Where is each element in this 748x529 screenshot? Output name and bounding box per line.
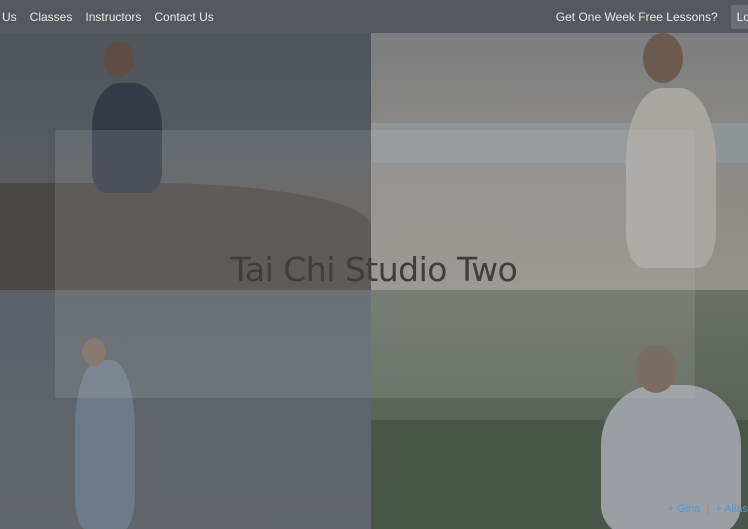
nav-item-free-lessons[interactable]: Get One Week Free Lessons? xyxy=(556,10,718,24)
nav-item-instructors[interactable]: Instructors xyxy=(85,10,141,24)
nav-item-contact-us[interactable]: Contact Us xyxy=(154,10,213,24)
nav-item-about-us[interactable]: Us xyxy=(2,10,17,24)
login-button[interactable]: Lo xyxy=(730,4,748,29)
top-navigation: Us Classes Instructors Contact Us Get On… xyxy=(0,0,748,33)
nav-left-group: Us Classes Instructors Contact Us xyxy=(0,10,227,24)
woman-head xyxy=(643,33,683,83)
credit-separator: | xyxy=(706,503,710,515)
nav-right-group: Get One Week Free Lessons? Lo xyxy=(556,4,748,29)
credit-link-alias[interactable]: + Alias xyxy=(715,503,748,515)
photo-credits: + Gina | + Alias xyxy=(668,503,748,515)
man-head xyxy=(104,41,134,77)
credit-link-gina[interactable]: + Gina xyxy=(668,503,701,515)
nav-item-classes[interactable]: Classes xyxy=(30,10,73,24)
page-title: Tai Chi Studio Two xyxy=(230,250,518,290)
